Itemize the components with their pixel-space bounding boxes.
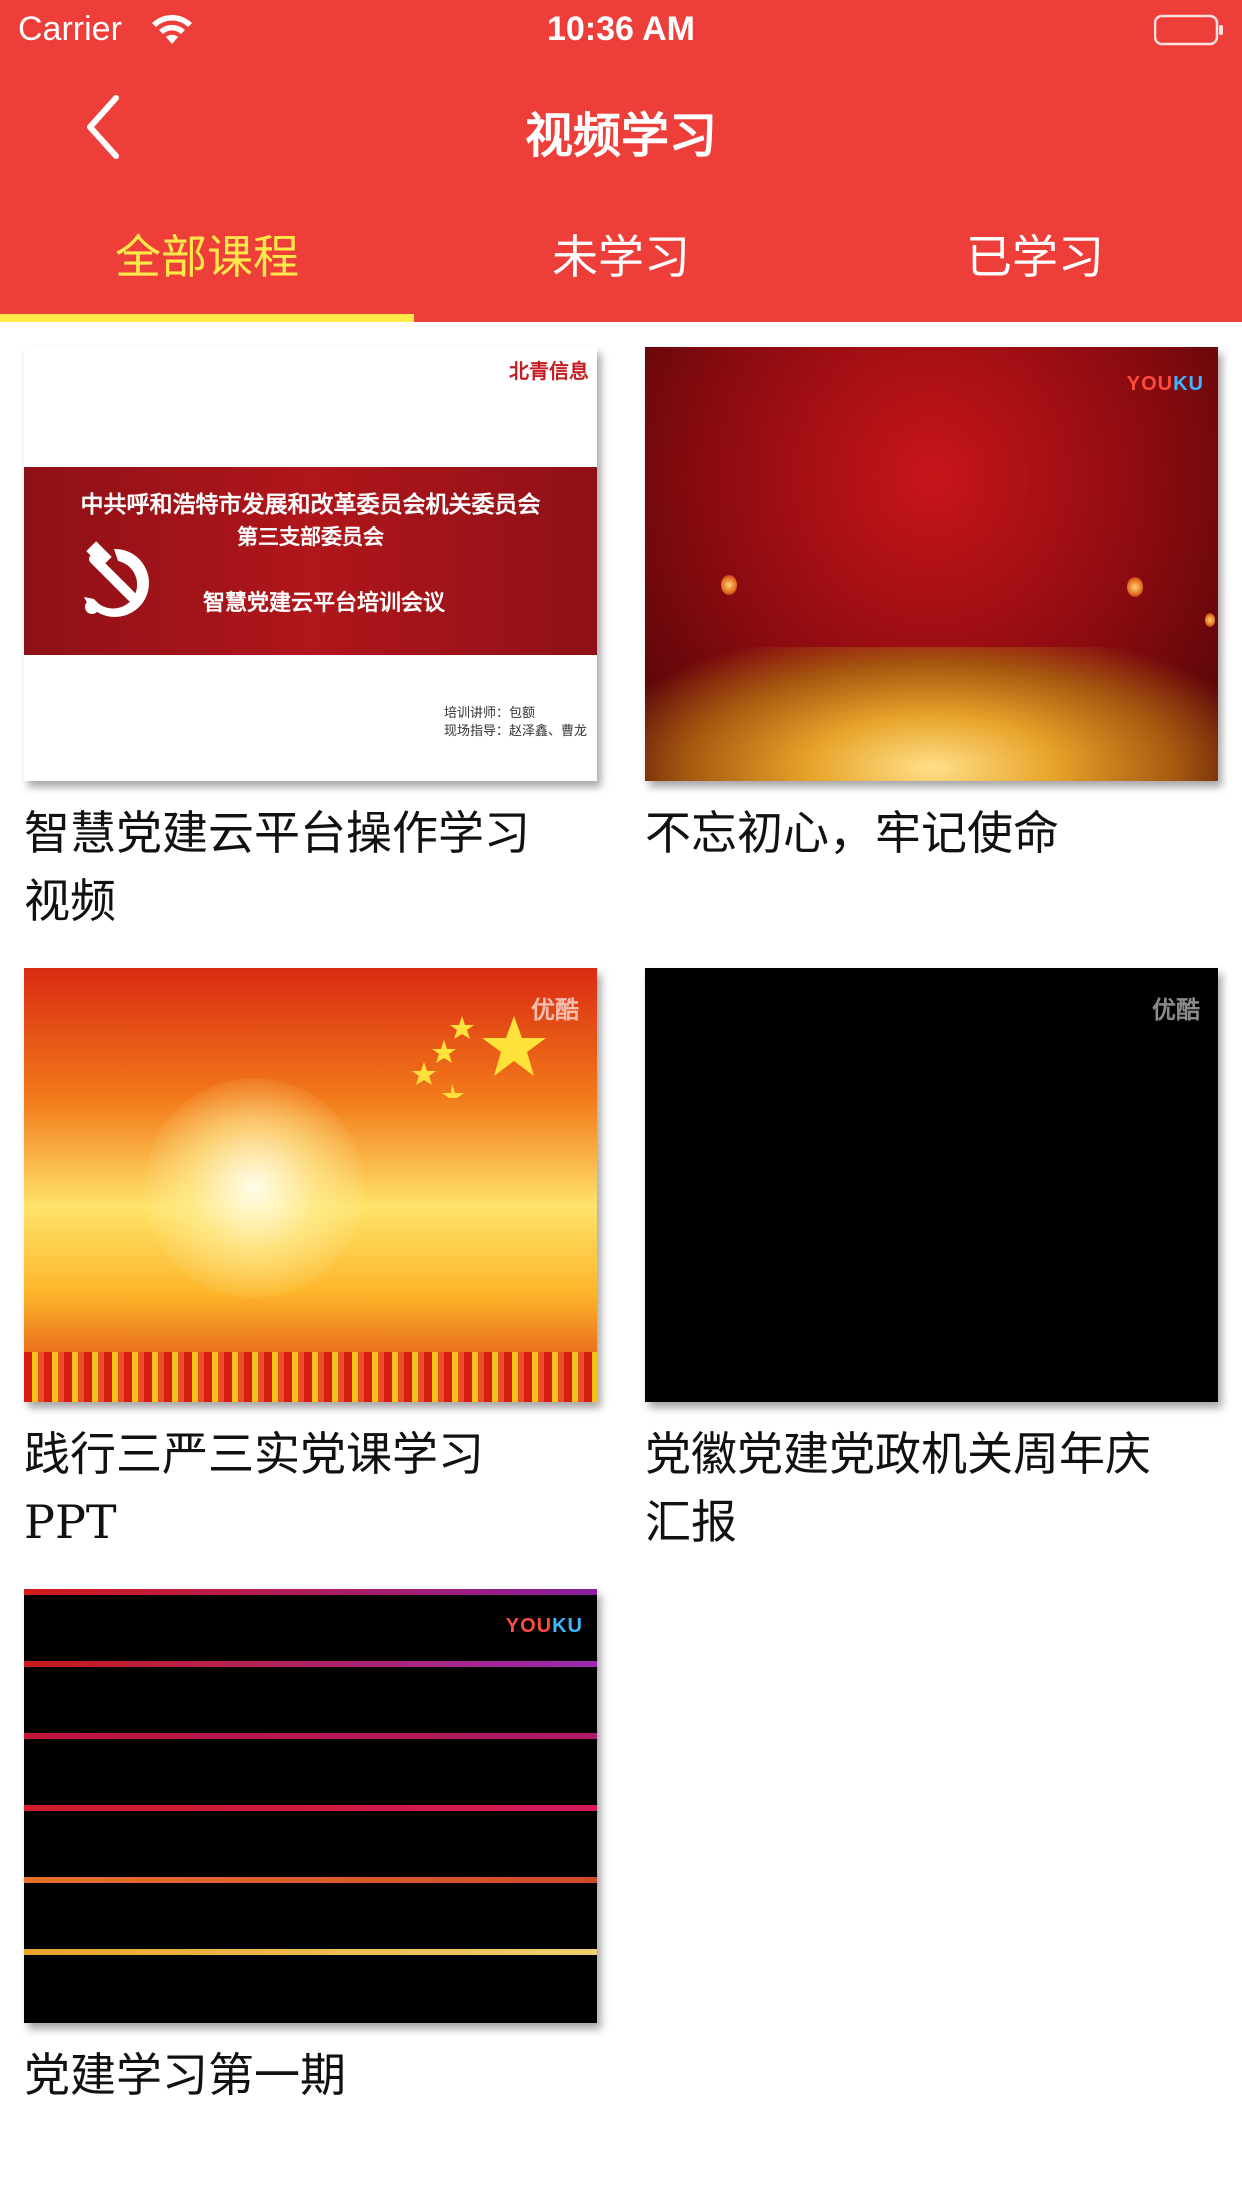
course-title[interactable]: 党徽党建党政机关周年庆汇报 [645,1420,1165,1556]
youku-logo-a: YOU [505,1615,553,1637]
banner-line: 智慧党建云平台培训会议 [202,591,445,616]
youku-logo: YOUKU [506,1615,583,1638]
party-emblem-icon [84,541,149,617]
course-thumbnail[interactable]: 优酷 [645,968,1218,1402]
banner-line: 中共呼和浩特市发展和改革委员会机关委员会 [80,492,541,518]
course-thumbnail[interactable]: 优酷 [24,968,597,1402]
tab-studied[interactable]: 已学习 [828,212,1242,322]
course-thumbnail[interactable]: YOUKU [24,1589,597,2023]
thumbnail-credits: 培训讲师：包额 现场指导：赵泽鑫、曹龙 [444,705,587,741]
course-thumbnail[interactable]: YOUKU [645,347,1218,781]
course-thumbnail[interactable]: 北青信息 中共呼和浩特市发展和改革委员会机关委员会 第三支部委员会 智慧党建云平… [24,347,597,781]
course-title[interactable]: 不忘初心，牢记使命 [645,799,1165,867]
stripe [24,1949,597,1955]
course-title[interactable]: 智慧党建云平台操作学习视频 [24,799,544,935]
battery-icon [1154,14,1223,46]
active-tab-indicator [0,314,414,322]
thumbnail-banner: 中共呼和浩特市发展和改革委员会机关委员会 第三支部委员会 智慧党建云平台培训会议 [24,467,597,655]
tab-not-studied[interactable]: 未学习 [414,212,828,322]
youku-logo-b: KU [552,1615,583,1637]
stripe [24,1877,597,1883]
sun-glow [144,1078,364,1298]
credit-line: 培训讲师：包额 [444,706,536,721]
youku-logo: 优酷 [531,996,579,1024]
brand-logo: 北青信息 [509,359,589,383]
spark [721,575,737,595]
header: Carrier 10:36 AM 视频学习 全部课程 未学习 已学习 [0,0,1242,322]
flower-field [24,1352,597,1402]
tab-all-courses[interactable]: 全部课程 [0,212,414,322]
course-title[interactable]: 践行三严三实党课学习PPT [24,1420,544,1556]
youku-logo: 优酷 [1152,996,1200,1024]
youku-logo-b: KU [1173,373,1204,395]
stripe [24,1661,597,1667]
youku-logo-a: YOU [1126,373,1174,395]
spark [1127,577,1143,597]
gold-particles [645,647,1218,781]
page-title: 视频学习 [524,108,717,164]
status-bar: Carrier 10:36 AM [0,0,1242,60]
tab-bar: 全部课程 未学习 已学习 [0,212,1242,322]
course-title[interactable]: 党建学习第一期 [24,2041,544,2109]
stripe [24,1805,597,1811]
credit-line: 现场指导：赵泽鑫、曹龙 [444,724,588,739]
stripe [24,1589,597,1595]
spark [1205,613,1215,627]
status-time: 10:36 AM [546,10,696,48]
youku-logo: YOUKU [1127,373,1204,396]
stripe [24,1733,597,1739]
